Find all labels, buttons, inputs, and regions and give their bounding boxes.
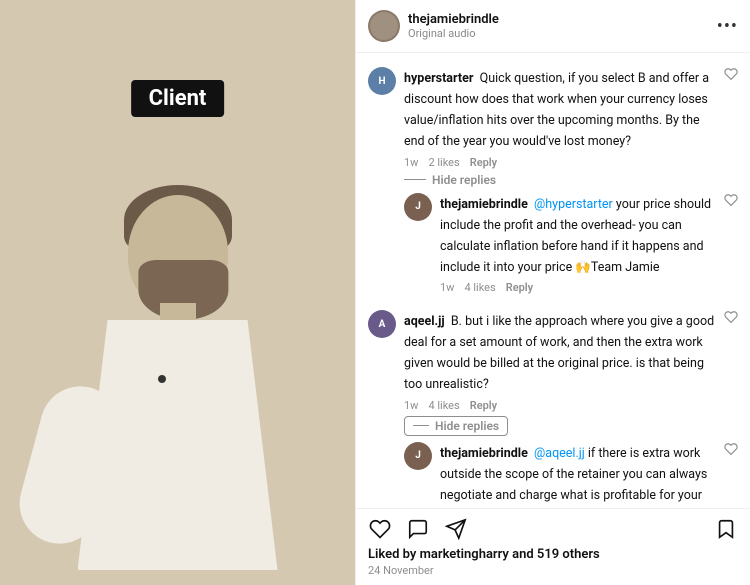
- reply-likes: 4 likes: [464, 281, 495, 294]
- commenter-username[interactable]: hyperstarter: [404, 71, 473, 86]
- comment-content-2: aqeel.jj B. but i like the approach wher…: [404, 310, 716, 412]
- commenter-avatar: H: [368, 67, 396, 95]
- reply-button[interactable]: Reply: [470, 156, 497, 169]
- like-comment-button-2[interactable]: [724, 310, 738, 328]
- comment-time-2: 1w: [404, 399, 418, 412]
- reply-meta: 1w 4 likes Reply: [440, 281, 716, 294]
- reply-row-2: J thejamiebrindle @aqeel.jj if there is …: [404, 442, 738, 509]
- reply-text: thejamiebrindle @hyperstarter your price…: [440, 197, 711, 275]
- post-subtitle: Original audio: [408, 27, 717, 40]
- commenter-avatar-2: A: [368, 310, 396, 338]
- reply-content: thejamiebrindle @hyperstarter your price…: [440, 193, 716, 295]
- nested-comment: J thejamiebrindle @hyperstarter your pri…: [404, 189, 738, 299]
- hide-replies-label-2: Hide replies: [435, 419, 499, 433]
- like-reply-button-2[interactable]: [724, 442, 738, 460]
- comment-meta-2: 1w 4 likes Reply: [404, 399, 716, 412]
- microphone-icon: [158, 375, 166, 383]
- nested-comment-2: J thejamiebrindle @aqeel.jj if there is …: [404, 438, 738, 509]
- hide-replies-box[interactable]: Hide replies: [404, 416, 508, 436]
- bookmark-button[interactable]: [714, 517, 738, 541]
- reply-time: 1w: [440, 281, 454, 294]
- likes-row: Liked by marketingharry and 519 others: [368, 547, 738, 562]
- comments-area: H hyperstarter Quick question, if you se…: [356, 53, 750, 508]
- comment-meta: 1w 2 likes Reply: [404, 156, 716, 169]
- hide-replies-line-2: [413, 425, 429, 426]
- instagram-post-panel: thejamiebrindle Original audio ••• H hyp…: [355, 0, 750, 585]
- comment-row: H hyperstarter Quick question, if you se…: [368, 67, 738, 169]
- reply-button-2[interactable]: Reply: [470, 399, 497, 412]
- post-header-info: thejamiebrindle Original audio: [408, 12, 717, 40]
- reply-reply-button[interactable]: Reply: [506, 281, 533, 294]
- reply-username[interactable]: thejamiebrindle: [440, 197, 528, 212]
- person-silhouette: [0, 165, 355, 585]
- hide-replies-line: [404, 179, 426, 180]
- commenter-username-2[interactable]: aqeel.jj: [404, 314, 445, 329]
- comment-text-2: aqeel.jj B. but i like the approach wher…: [404, 314, 714, 392]
- comment-likes: 2 likes: [428, 156, 459, 169]
- hide-replies-toggle[interactable]: Hide replies: [404, 173, 738, 187]
- comment-time: 1w: [404, 156, 418, 169]
- reply-row: J thejamiebrindle @hyperstarter your pri…: [404, 193, 738, 295]
- comment-block: H hyperstarter Quick question, if you se…: [356, 61, 750, 304]
- video-panel: Client: [0, 0, 355, 585]
- more-options-button[interactable]: •••: [717, 16, 738, 37]
- hide-replies-label: Hide replies: [432, 173, 496, 187]
- post-date: 24 November: [368, 564, 738, 577]
- post-actions: Liked by marketingharry and 519 others 2…: [356, 508, 750, 585]
- avatar-image: [370, 12, 398, 40]
- comment-block-2: A aqeel.jj B. but i like the approach wh…: [356, 304, 750, 508]
- comment-likes-2: 4 likes: [428, 399, 459, 412]
- action-icons-row: [368, 517, 738, 541]
- comment-content: hyperstarter Quick question, if you sele…: [404, 67, 716, 169]
- comment-row-2: A aqeel.jj B. but i like the approach wh…: [368, 310, 738, 412]
- reply-avatar: J: [404, 193, 432, 221]
- comment-text: hyperstarter Quick question, if you sele…: [404, 71, 709, 149]
- share-button[interactable]: [444, 517, 468, 541]
- like-comment-button[interactable]: [724, 67, 738, 85]
- like-reply-button[interactable]: [724, 193, 738, 211]
- likes-text: Liked by marketingharry and 519 others: [368, 547, 600, 562]
- avatar: [368, 10, 400, 42]
- hide-replies-toggle-2[interactable]: Hide replies: [404, 416, 738, 436]
- post-username[interactable]: thejamiebrindle: [408, 12, 717, 27]
- reply-username-2[interactable]: thejamiebrindle: [440, 446, 528, 461]
- reply-content-2: thejamiebrindle @aqeel.jj if there is ex…: [440, 442, 716, 509]
- reply-avatar-2: J: [404, 442, 432, 470]
- reply-text-2: thejamiebrindle @aqeel.jj if there is ex…: [440, 446, 707, 509]
- like-post-button[interactable]: [368, 517, 392, 541]
- comment-button[interactable]: [406, 517, 430, 541]
- client-label: Client: [131, 80, 225, 117]
- post-header: thejamiebrindle Original audio •••: [356, 0, 750, 53]
